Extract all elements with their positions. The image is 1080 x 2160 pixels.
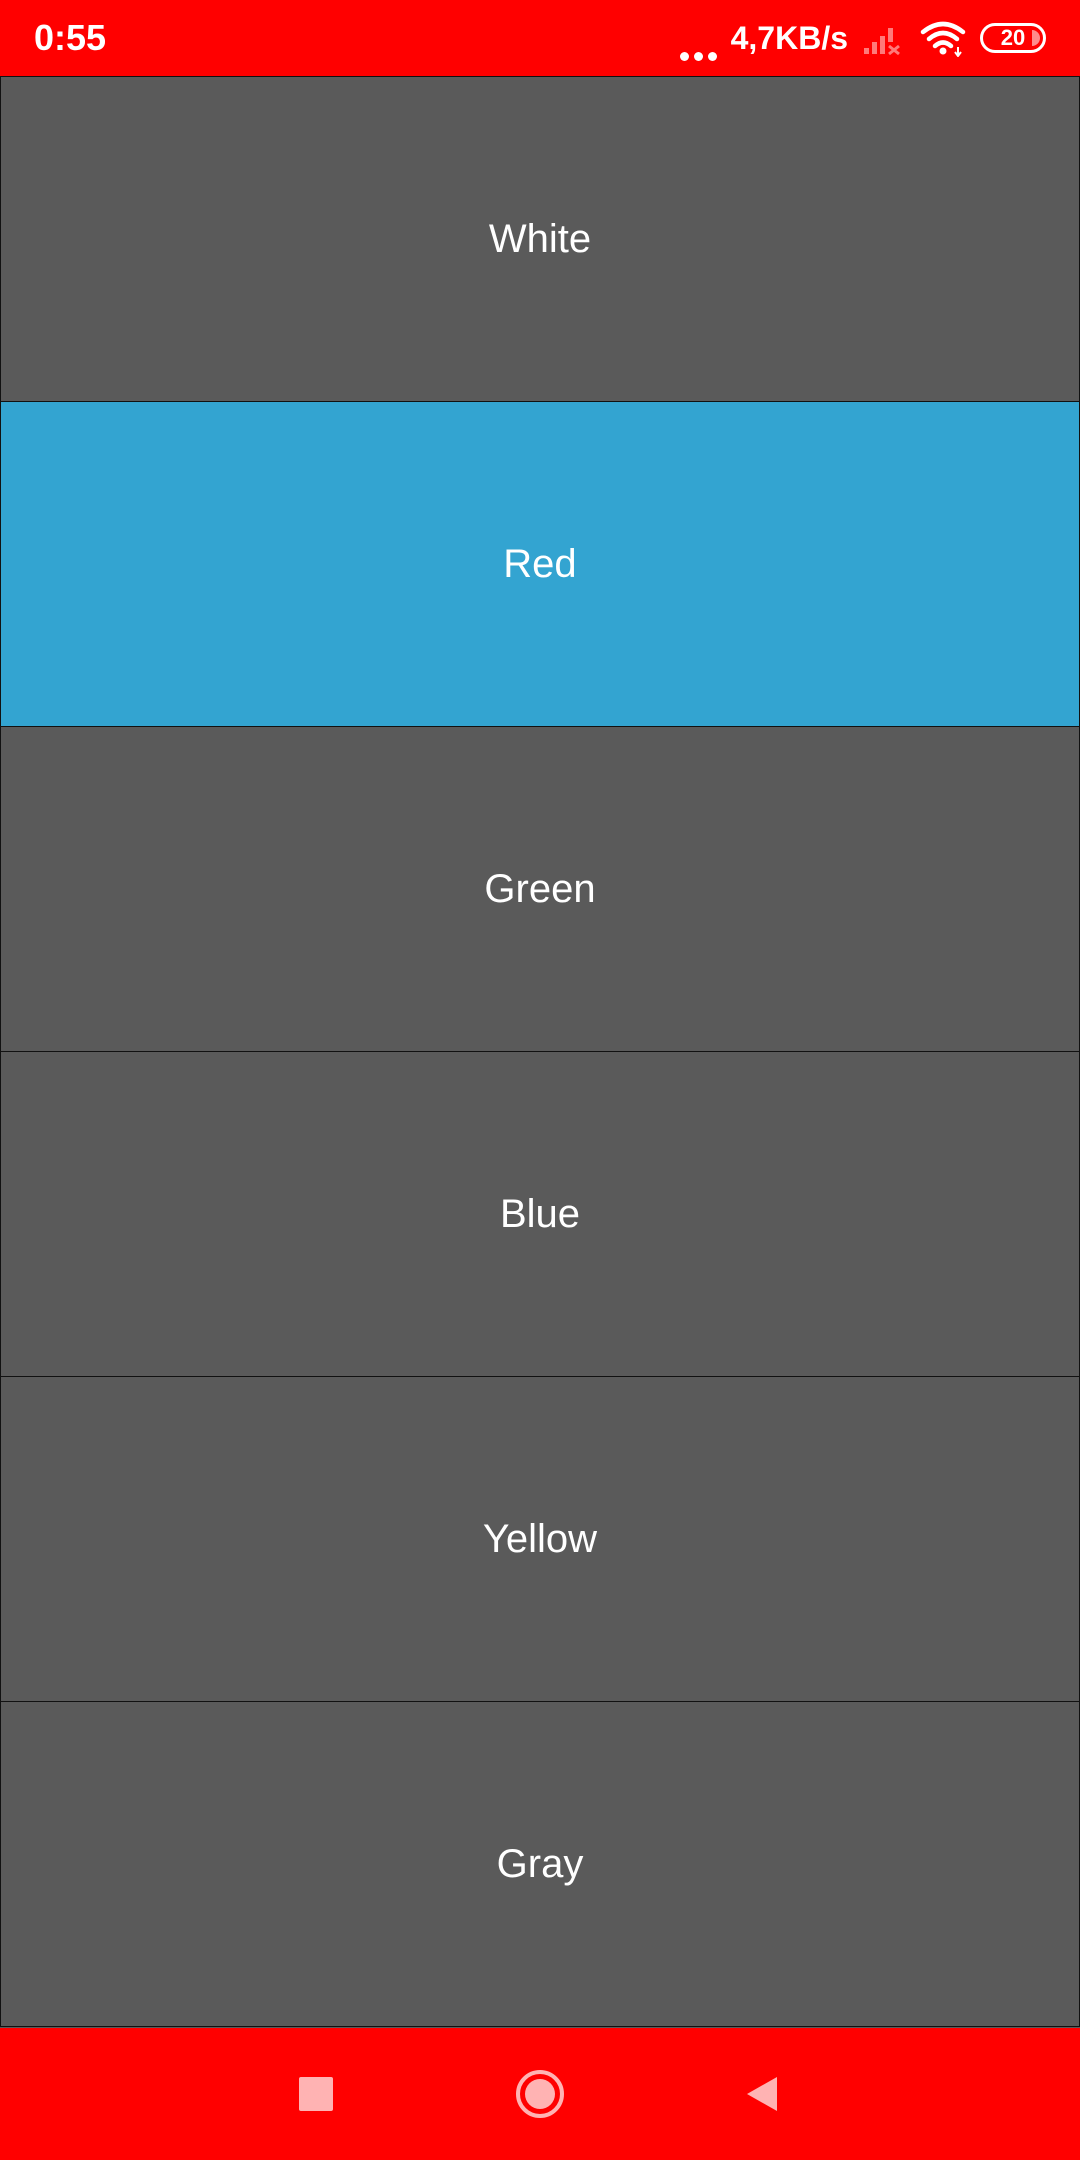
list-item-blue[interactable]: Blue <box>0 1051 1080 1377</box>
status-bar: 0:55 4,7KB/s 20 <box>0 0 1080 76</box>
wifi-icon <box>920 21 966 57</box>
back-button[interactable] <box>726 2058 798 2130</box>
list-item-label: Green <box>484 866 596 911</box>
recent-apps-button[interactable] <box>280 2058 352 2130</box>
list-item-label: Yellow <box>482 1516 598 1561</box>
battery-level: 20 <box>1000 25 1026 50</box>
navigation-bar <box>0 2030 1080 2160</box>
list-item-yellow[interactable]: Yellow <box>0 1376 1080 1702</box>
back-icon <box>747 2077 777 2111</box>
color-list: White Red Green Blue Yellow Gray <box>0 76 1080 2028</box>
more-dots-icon <box>679 15 717 61</box>
network-speed: 4,7KB/s <box>730 20 848 56</box>
list-item-green[interactable]: Green <box>0 726 1080 1052</box>
status-time: 0:55 <box>34 17 107 58</box>
home-button[interactable] <box>504 2058 576 2130</box>
list-item-label: White <box>488 216 592 261</box>
list-item-label: Red <box>503 541 577 586</box>
list-item-label: Blue <box>499 1191 581 1236</box>
battery-icon: 20 <box>980 23 1046 53</box>
list-item-label: Gray <box>496 1841 584 1886</box>
signal-no-service-icon <box>864 28 900 56</box>
list-item-white[interactable]: White <box>0 76 1080 402</box>
status-icons: 4,7KB/s 20 <box>679 14 1046 62</box>
list-item-red[interactable]: Red <box>0 401 1080 727</box>
list-item-gray[interactable]: Gray <box>0 1701 1080 2027</box>
recent-apps-icon <box>299 2077 333 2111</box>
home-icon <box>516 2070 564 2118</box>
